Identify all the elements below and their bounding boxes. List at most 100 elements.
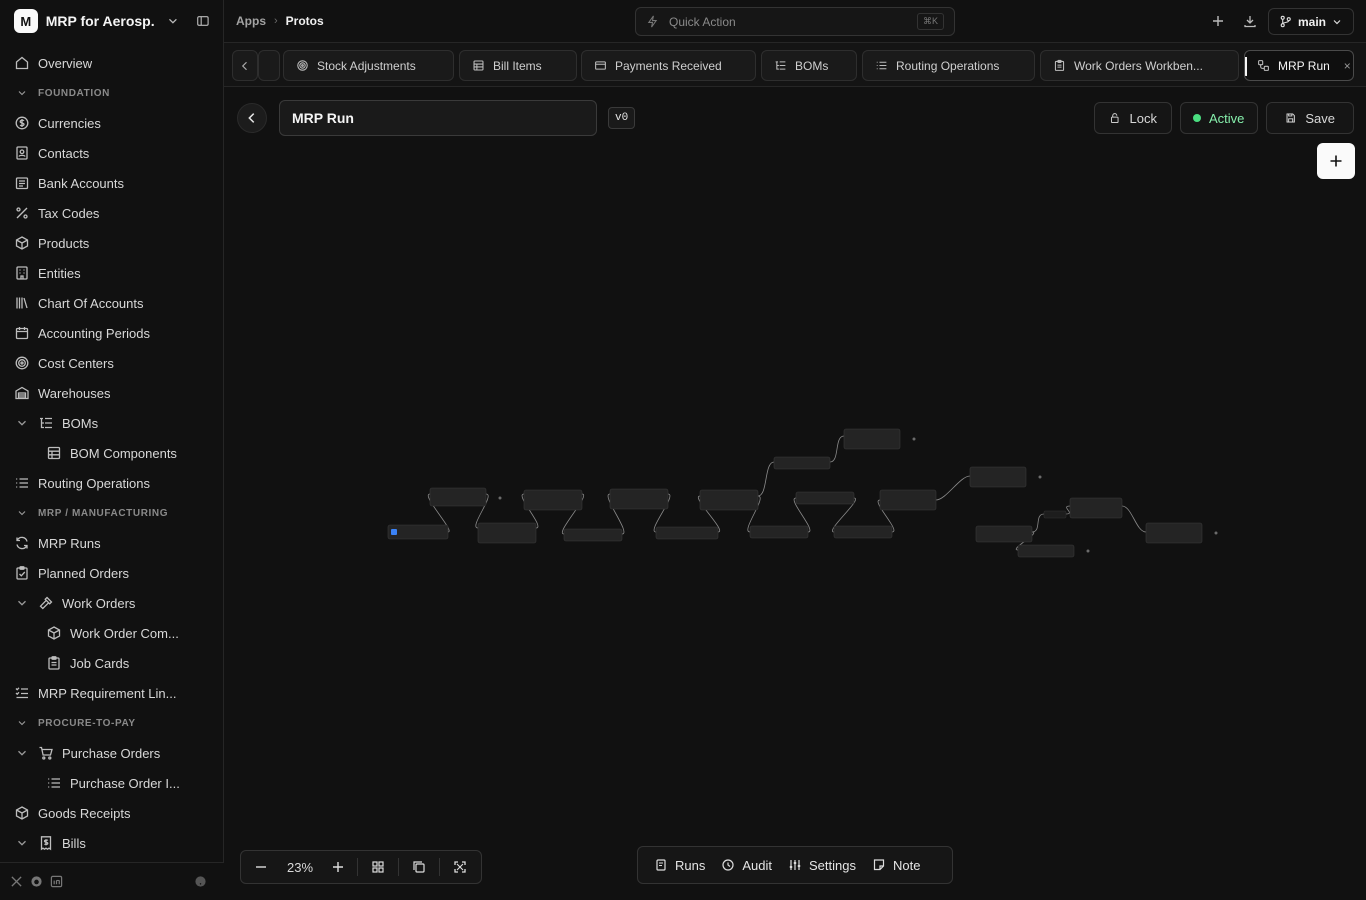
sidebar-item-chart-of-accounts[interactable]: Chart Of Accounts — [0, 288, 224, 318]
sidebar-toggle-icon[interactable] — [196, 14, 210, 28]
tab-payments-received[interactable]: Payments Received — [581, 50, 756, 81]
node-erp-10[interactable] — [1145, 522, 1203, 544]
save-button[interactable]: Save — [1266, 102, 1354, 134]
node-process-1[interactable] — [563, 528, 623, 542]
linkedin-icon[interactable] — [50, 875, 63, 888]
node-erp-4[interactable] — [609, 488, 669, 510]
node-process-5[interactable] — [833, 525, 893, 539]
sidebar-item-cost-centers[interactable]: Cost Centers — [0, 348, 224, 378]
chevron-down-icon[interactable] — [15, 746, 29, 760]
node-manual-trigger[interactable] — [387, 524, 449, 540]
sidebar-item-goods-receipts[interactable]: Goods Receipts — [0, 798, 224, 828]
node-erp-3[interactable] — [523, 489, 583, 511]
chevron-down-icon[interactable] — [15, 836, 29, 850]
sidebar-item-mrp-runs[interactable]: MRP Runs — [0, 528, 224, 558]
sidebar-item-overview[interactable]: Overview — [0, 48, 224, 78]
sidebar-item-job-cards[interactable]: Job Cards — [0, 648, 224, 678]
sidebar-item-products[interactable]: Products — [0, 228, 224, 258]
status-toggle[interactable]: Active — [1180, 102, 1258, 134]
sidebar-item-accounting-periods[interactable]: Accounting Periods — [0, 318, 224, 348]
tab-bill-items[interactable]: Bill Items — [459, 50, 577, 81]
zoom-in-button[interactable] — [319, 850, 357, 884]
sidebar-item-label: Job Cards — [70, 655, 130, 671]
tab-routing-operations[interactable]: Routing Operations — [862, 50, 1035, 81]
sidebar-section-foundation[interactable]: FOUNDATION — [0, 78, 224, 108]
layout-grid-button[interactable] — [358, 850, 398, 884]
node-switch[interactable] — [975, 525, 1033, 543]
list-checks-icon — [15, 687, 28, 699]
node-process-3[interactable] — [749, 525, 809, 539]
sidebar-item-routing-operations[interactable]: Routing Operations — [0, 468, 224, 498]
sidebar-item-mrp-requirement-lin[interactable]: MRP Requirement Lin... — [0, 678, 224, 708]
tab-label: Routing Operations — [896, 58, 1000, 73]
list-tree-icon — [775, 61, 786, 70]
sidebar-item-purchase-order-i[interactable]: Purchase Order I... — [0, 768, 224, 798]
quick-action-label: Quick Action — [669, 14, 736, 29]
zoom-out-button[interactable] — [241, 850, 281, 884]
sidebar-item-boms[interactable]: BOMs — [0, 408, 224, 438]
reddit-icon[interactable] — [30, 875, 43, 888]
sidebar-item-label: Cost Centers — [38, 355, 114, 371]
tab-label: MRP Run — [1278, 58, 1330, 73]
chevron-down-icon[interactable] — [15, 416, 29, 430]
sidebar-item-bank-accounts[interactable]: Bank Accounts — [0, 168, 224, 198]
sidebar-item-work-order-com[interactable]: Work Order Com... — [0, 618, 224, 648]
note-icon — [873, 859, 885, 871]
workspace-switcher[interactable]: M MRP for Aerosp... — [0, 0, 224, 42]
node-erp-2[interactable] — [477, 522, 537, 544]
sidebar-section-mrp-manufacturing[interactable]: MRP / MANUFACTURING — [0, 498, 224, 528]
help-icon[interactable] — [194, 875, 207, 888]
chevron-down-icon[interactable] — [15, 596, 29, 610]
sidebar-item-entities[interactable]: Entities — [0, 258, 224, 288]
bank-icon — [15, 177, 29, 190]
sidebar-item-bom-components[interactable]: BOM Components — [0, 438, 224, 468]
tab-scroll-left[interactable] — [232, 50, 258, 81]
breadcrumb-apps[interactable]: Apps — [236, 14, 266, 28]
node-erp-5[interactable] — [699, 489, 759, 511]
fit-view-button[interactable] — [440, 850, 480, 884]
flow-title-input[interactable] — [279, 100, 597, 136]
sidebar-item-warehouses[interactable]: Warehouses — [0, 378, 224, 408]
node-code-executor-2[interactable] — [1017, 544, 1075, 558]
chevron-down-icon[interactable] — [166, 14, 180, 28]
node-process-4[interactable] — [795, 491, 855, 505]
close-tab-icon[interactable]: × — [1344, 59, 1351, 73]
node-erp-8[interactable] — [969, 466, 1027, 488]
copy-button[interactable] — [399, 850, 439, 884]
breadcrumb-protos[interactable]: Protos — [286, 14, 324, 28]
tab-mrp-run[interactable]: MRP Run × — [1244, 50, 1354, 81]
node-code-executor-1[interactable] — [773, 456, 831, 470]
node-erp-7[interactable] — [879, 489, 937, 511]
tab-hidden-partial[interactable] — [258, 50, 280, 81]
sidebar-item-currencies[interactable]: Currencies — [0, 108, 224, 138]
sidebar-item-planned-orders[interactable]: Planned Orders — [0, 558, 224, 588]
sidebar-item-bills[interactable]: Bills — [0, 828, 224, 858]
node-erp-1[interactable] — [429, 487, 487, 507]
flow-canvas[interactable] — [224, 140, 1366, 840]
x-social-icon[interactable] — [10, 875, 23, 888]
sidebar-item-work-orders[interactable]: Work Orders — [0, 588, 224, 618]
plus-icon[interactable] — [1211, 14, 1225, 28]
runs-button[interactable]: Runs — [646, 850, 713, 880]
sidebar-item-label: Accounting Periods — [38, 325, 151, 341]
note-label: Note — [892, 857, 921, 873]
sidebar-item-purchase-orders[interactable]: Purchase Orders — [0, 738, 224, 768]
quick-action-search[interactable]: Quick Action ⌘K — [635, 7, 955, 36]
sidebar-item-contacts[interactable]: Contacts — [0, 138, 224, 168]
tab-stock-adjustments[interactable]: Stock Adjustments — [283, 50, 454, 81]
lock-button[interactable]: Lock — [1094, 102, 1172, 134]
tab-work-orders-workben[interactable]: Work Orders Workben... — [1040, 50, 1239, 81]
back-button[interactable] — [237, 103, 267, 133]
sidebar-item-tax-codes[interactable]: Tax Codes — [0, 198, 224, 228]
node-process-2[interactable] — [655, 526, 719, 540]
node-erp-6[interactable] — [843, 428, 901, 450]
settings-button[interactable]: Settings — [780, 850, 864, 880]
tab-boms[interactable]: BOMs — [761, 50, 857, 81]
sidebar-item-label: BOMs — [62, 415, 99, 431]
note-button[interactable]: Note — [864, 850, 928, 880]
audit-button[interactable]: Audit — [713, 850, 780, 880]
sidebar-section-procure-to-pay[interactable]: PROCURE-TO-PAY — [0, 708, 224, 738]
node-erp-9[interactable] — [1069, 497, 1123, 519]
download-icon[interactable] — [1243, 14, 1257, 28]
branch-selector[interactable]: main — [1268, 8, 1354, 35]
